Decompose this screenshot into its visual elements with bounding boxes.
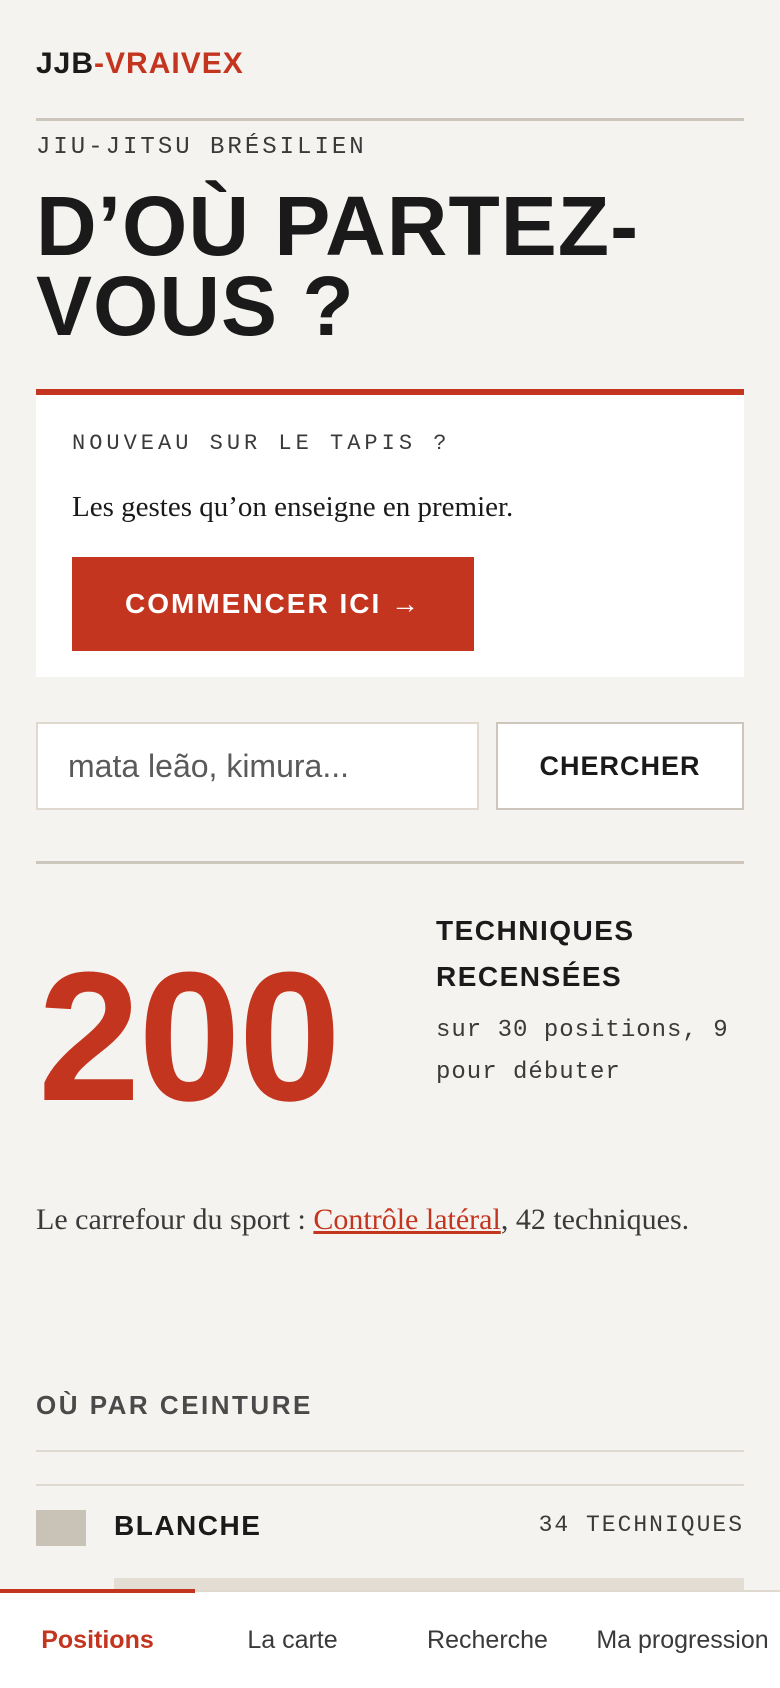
beginner-card-text: Les gestes qu’on enseigne en premier.: [72, 491, 514, 523]
carrefour-text: Le carrefour du sport : Contrôle latéral…: [36, 1186, 744, 1254]
belt-name: BLANCHE: [114, 1510, 262, 1541]
techniques-label: TECHNIQUES RECENSÉES: [436, 915, 635, 992]
logo-part-1: JJB: [36, 47, 95, 80]
page: JJB-VRAIVEX JIU-JITSU BRÉSILIEN D’OÙ PAR…: [36, 0, 744, 1688]
belt-technique-count: 34 TECHNIQUES: [538, 1512, 744, 1538]
bottom-navigation: Positions La carte Recherche Ma progress…: [0, 1589, 780, 1688]
page-title: D’OÙ PARTEZ-VOUS ?: [36, 179, 640, 353]
belt-section-heading: OÙ PAR CEINTURE: [36, 1390, 313, 1420]
nav-tab-search[interactable]: Recherche: [390, 1592, 585, 1688]
beginner-card: NOUVEAU SUR LE TAPIS ? Les gestes qu’on …: [36, 389, 744, 677]
beginner-card-kicker: NOUVEAU SUR LE TAPIS ?: [72, 431, 451, 456]
nav-tab-map[interactable]: La carte: [195, 1592, 390, 1688]
carrefour-suffix: , 42 techniques.: [500, 1203, 690, 1236]
carrefour-prefix: Le carrefour du sport :: [36, 1203, 314, 1236]
belt-row-blanche[interactable]: BLANCHE 34 TECHNIQUES: [36, 1508, 744, 1548]
search-input[interactable]: [36, 722, 479, 810]
belt-divider: [36, 1484, 744, 1486]
techniques-subtitle: sur 30 positions, 9 pour débuter: [436, 1017, 729, 1086]
site-logo[interactable]: JJB-VRAIVEX: [36, 46, 244, 82]
logo-part-2: -VRAIVEX: [94, 47, 244, 80]
header-divider: [36, 118, 744, 121]
belt-divider-top: [36, 1450, 744, 1452]
techniques-count: 200: [38, 933, 341, 1139]
belt-color-swatch: [36, 1510, 86, 1546]
nav-tab-positions[interactable]: Positions: [0, 1589, 195, 1688]
hero-eyebrow: JIU-JITSU BRÉSILIEN: [36, 134, 367, 161]
section-divider: [36, 861, 744, 864]
nav-tab-progression[interactable]: Ma progression: [585, 1592, 780, 1688]
lateral-control-link[interactable]: Contrôle latéral: [313, 1203, 500, 1236]
search-button[interactable]: CHERCHER: [496, 722, 744, 810]
start-here-button[interactable]: COMMENCER ICI →: [72, 557, 474, 651]
